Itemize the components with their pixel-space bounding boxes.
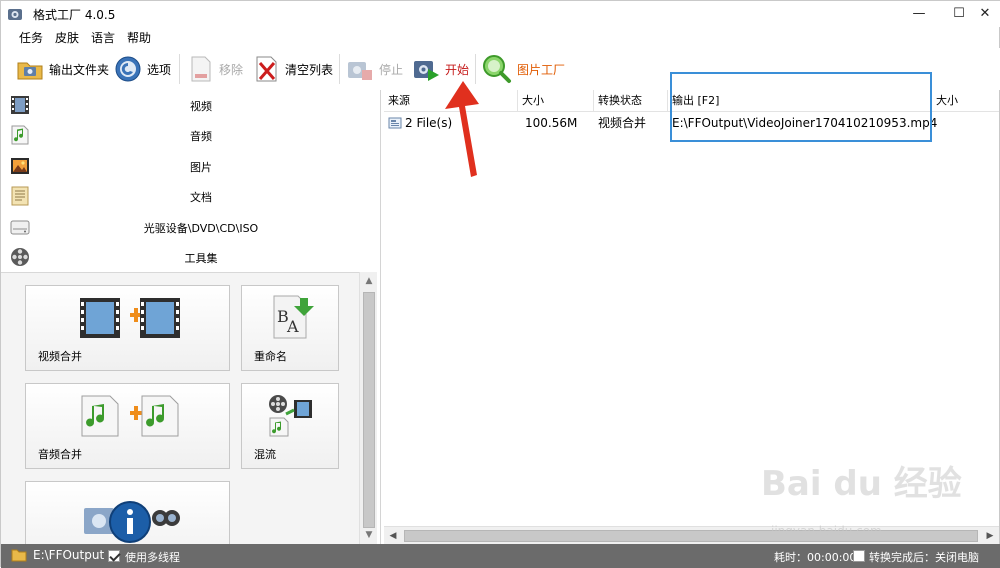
- remove-button[interactable]: 移除: [187, 52, 243, 86]
- maximize-button[interactable]: ☐: [945, 3, 973, 25]
- clear-list-label: 清空列表: [285, 62, 334, 77]
- category-label: 工具集: [184, 252, 218, 265]
- tool-label: 重命名: [254, 350, 287, 363]
- output-highlight-box: [670, 72, 932, 142]
- file-list-icon: [388, 117, 402, 129]
- category-image[interactable]: 图片: [1, 151, 379, 181]
- options-label: 选项: [147, 62, 172, 77]
- category-toolset[interactable]: 工具集: [1, 242, 379, 272]
- toolbar-separator: [179, 54, 180, 84]
- stop-label: 停止: [379, 62, 404, 77]
- category-label: 音频: [190, 130, 212, 143]
- clear-list-button[interactable]: 清空列表: [253, 52, 333, 86]
- mux-icon: [269, 395, 312, 437]
- category-label: 文档: [190, 191, 212, 204]
- elapsed-time: 耗时：00:00:00: [774, 551, 857, 564]
- menu-bar: 任务 皮肤 语言 帮助: [1, 27, 1000, 47]
- video-merge-icon: [80, 298, 180, 338]
- output-path[interactable]: E:\FFOutput: [33, 548, 104, 562]
- media-info-icon: [84, 501, 180, 543]
- svg-text:A: A: [286, 317, 299, 336]
- app-icon: [8, 9, 22, 20]
- cell-size: 100.56M: [525, 116, 578, 130]
- tools-vertical-scrollbar[interactable]: ▲ ▼: [359, 272, 377, 544]
- category-panel: 视频 音频 图片 文档 光驱设备\DVD\CD\ISO 工具集 视频合并 B A…: [1, 90, 381, 544]
- tool-label: 混流: [254, 448, 276, 461]
- stop-button[interactable]: 停止: [345, 52, 403, 86]
- watermark: Bai du 经验 jingyan.baidu.com: [761, 456, 981, 546]
- watermark-url: jingyan.baidu.com: [771, 524, 882, 538]
- clear-list-icon: [256, 56, 277, 82]
- tool-video-merge[interactable]: 视频合并: [25, 285, 230, 371]
- options-button[interactable]: 选项: [113, 52, 171, 86]
- scroll-right-icon[interactable]: ▶: [981, 527, 999, 545]
- app-window: 格式工厂 4.0.5 — ☐ ✕ 任务 皮肤 语言 帮助 输出文件夹 选项 移除…: [0, 0, 1000, 568]
- status-bar: E:\FFOutput 使用多线程 耗时：00:00:00 转换完成后：关闭电脑: [1, 544, 1000, 568]
- tools-area: 视频合并 B A 重命名 音频合并 混流: [1, 272, 359, 544]
- column-status[interactable]: 转换状态: [594, 90, 668, 112]
- start-icon: [414, 61, 439, 81]
- category-label: 图片: [190, 161, 212, 174]
- column-size-2[interactable]: 大小: [932, 90, 999, 112]
- column-size[interactable]: 大小: [518, 90, 594, 112]
- menu-task[interactable]: 任务: [19, 29, 43, 46]
- title-bar: 格式工厂 4.0.5 — ☐ ✕: [1, 1, 1000, 27]
- shutdown-checkbox[interactable]: [853, 550, 865, 562]
- category-optical-drive[interactable]: 光驱设备\DVD\CD\ISO: [1, 212, 379, 242]
- menu-language[interactable]: 语言: [91, 29, 115, 46]
- multithread-label: 使用多线程: [125, 551, 180, 564]
- after-convert-label: 转换完成后：关闭电脑: [869, 551, 979, 564]
- output-folder-label: 输出文件夹: [49, 62, 110, 77]
- category-audio[interactable]: 音频: [1, 120, 379, 150]
- tool-rename[interactable]: B A 重命名: [241, 285, 339, 371]
- tool-mux[interactable]: 混流: [241, 383, 339, 469]
- toolbar-separator: [339, 54, 340, 84]
- cell-status: 视频合并: [598, 116, 647, 130]
- category-label: 光驱设备\DVD\CD\ISO: [143, 222, 259, 235]
- watermark-main: Bai du 经验: [761, 464, 962, 504]
- output-folder-button[interactable]: 输出文件夹: [15, 52, 109, 86]
- category-video[interactable]: 视频: [1, 90, 379, 120]
- stop-icon: [348, 62, 372, 80]
- minimize-button[interactable]: —: [905, 3, 933, 25]
- start-label: 开始: [445, 62, 470, 77]
- annotation-arrow: [445, 81, 479, 177]
- picture-factory-label: 图片工厂: [517, 62, 566, 77]
- scroll-thumb[interactable]: [363, 292, 375, 528]
- tool-audio-merge[interactable]: 音频合并: [25, 383, 230, 469]
- menu-skin[interactable]: 皮肤: [55, 29, 79, 46]
- tool-label: 视频合并: [38, 350, 82, 363]
- rename-icon: B A: [273, 295, 314, 339]
- multithread-checkbox[interactable]: [108, 550, 120, 562]
- menu-help[interactable]: 帮助: [127, 29, 151, 46]
- scroll-down-icon[interactable]: ▼: [360, 526, 378, 544]
- picture-factory-button[interactable]: 图片工厂: [481, 52, 565, 86]
- close-button[interactable]: ✕: [971, 3, 999, 25]
- remove-label: 移除: [219, 62, 244, 77]
- tool-media-info[interactable]: [25, 481, 230, 544]
- window-title: 格式工厂 4.0.5: [33, 8, 116, 22]
- scroll-up-icon[interactable]: ▲: [360, 272, 378, 290]
- scroll-left-icon[interactable]: ◀: [384, 527, 402, 545]
- remove-icon: [191, 56, 211, 82]
- audio-merge-icon: [81, 395, 179, 437]
- tool-label: 音频合并: [38, 448, 82, 461]
- gear-icon: [115, 56, 141, 82]
- category-label: 视频: [190, 100, 212, 113]
- output-folder-icon: [17, 62, 43, 80]
- folder-icon: [11, 549, 27, 562]
- category-document[interactable]: 文档: [1, 181, 379, 211]
